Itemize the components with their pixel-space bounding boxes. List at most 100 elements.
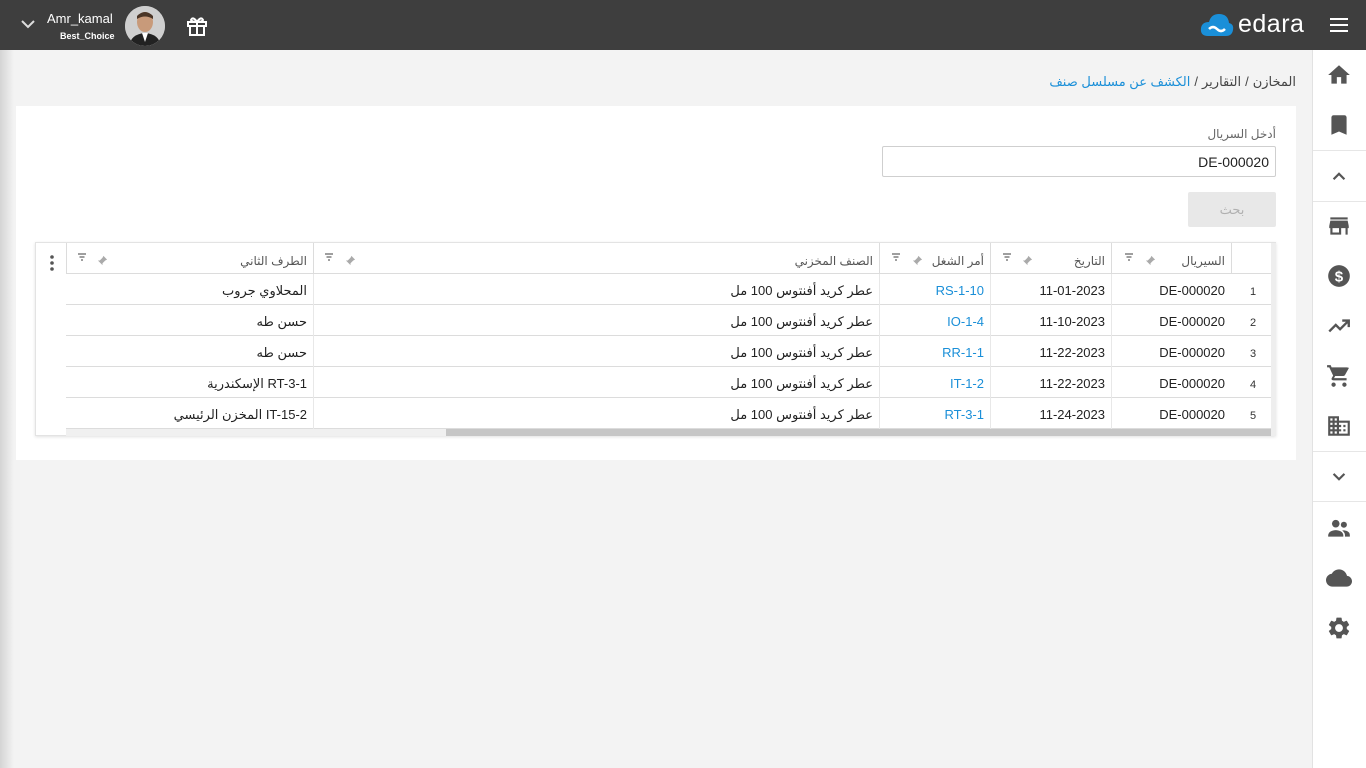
pin-icon[interactable] xyxy=(345,255,356,266)
cell-party: المخزن الرئيسي IT-15-2 xyxy=(173,407,307,422)
bookmark-icon[interactable] xyxy=(1326,112,1352,138)
cell-item: عطر كريد أفنتوس 100 مل xyxy=(313,398,879,429)
cell-party: حسن طه xyxy=(256,314,307,329)
column-header-party[interactable]: الطرف الثاني xyxy=(66,243,313,274)
table-row[interactable]: الإسكندرية RT-3-1 عطر كريد أفنتوس 100 مل… xyxy=(66,367,1271,398)
cell-serial: DE-000020 xyxy=(1111,274,1231,305)
cell-item: عطر كريد أفنتوس 100 مل xyxy=(313,367,879,398)
user-name[interactable]: Amr_kamal xyxy=(47,11,113,26)
cell-party: الإسكندرية RT-3-1 xyxy=(207,376,307,391)
breadcrumb-warehouses[interactable]: المخازن xyxy=(1253,74,1296,89)
cell-order-link[interactable]: RS-1-10 xyxy=(879,274,990,305)
cell-order-link[interactable]: RT-3-1 xyxy=(879,398,990,429)
row-number: 5 xyxy=(1250,410,1257,422)
cart-icon[interactable] xyxy=(1326,363,1352,389)
sidebar-divider xyxy=(1313,501,1366,502)
column-header-item[interactable]: الصنف المخزني xyxy=(313,243,879,274)
breadcrumb-current[interactable]: الكشف عن مسلسل صنف xyxy=(1049,74,1190,89)
left-edge-shadow xyxy=(0,50,14,768)
cell-date: 11-24-2023 xyxy=(990,398,1111,429)
table-row[interactable]: حسن طه عطر كريد أفنتوس 100 مل RR-1-1 11-… xyxy=(66,336,1271,367)
logo-text: edara xyxy=(1238,10,1305,38)
column-header-serial[interactable]: السيريال xyxy=(1111,243,1231,274)
dollar-icon[interactable]: $ xyxy=(1326,263,1352,289)
main-card: أدخل السريال بحث الطرف الثاني الصنف المخ… xyxy=(16,106,1296,460)
cell-serial: DE-000020 xyxy=(1111,367,1231,398)
cell-order-link[interactable]: IO-1-4 xyxy=(879,305,990,336)
filter-icon[interactable] xyxy=(1002,252,1012,262)
store-icon[interactable] xyxy=(1326,213,1352,239)
row-number: 1 xyxy=(1250,286,1257,298)
column-header-label: السيريال xyxy=(1181,254,1225,268)
cell-serial: DE-000020 xyxy=(1111,305,1231,336)
column-header-label: التاريخ xyxy=(1073,254,1105,268)
home-icon[interactable] xyxy=(1326,62,1352,88)
pin-icon[interactable] xyxy=(1145,255,1156,266)
edara-logo[interactable]: edara xyxy=(1200,10,1315,40)
top-bar: Amr_kamal Best_Choice edara xyxy=(0,0,1366,50)
pin-icon[interactable] xyxy=(912,255,923,266)
sidebar-divider xyxy=(1313,451,1366,452)
pin-icon[interactable] xyxy=(97,255,108,266)
filter-icon[interactable] xyxy=(1124,252,1134,262)
column-header-label: أمر الشغل xyxy=(931,254,984,268)
trending-up-icon[interactable] xyxy=(1326,313,1352,339)
settings-icon[interactable] xyxy=(1326,615,1352,641)
cell-party: المحلاوي جروب xyxy=(221,283,307,298)
sidebar-divider xyxy=(1313,201,1366,202)
breadcrumb-reports[interactable]: التقارير xyxy=(1202,74,1241,89)
avatar[interactable] xyxy=(125,6,165,46)
cell-item: عطر كريد أفنتوس 100 مل xyxy=(313,274,879,305)
chevron-up-icon[interactable] xyxy=(1326,163,1352,189)
table-row[interactable]: المخزن الرئيسي IT-15-2 عطر كريد أفنتوس 1… xyxy=(66,398,1271,429)
column-header-label: الصنف المخزني xyxy=(794,254,873,268)
breadcrumb-separator: / xyxy=(1245,74,1249,89)
column-header-label: الطرف الثاني xyxy=(240,254,307,268)
cloud-icon[interactable] xyxy=(1326,565,1352,591)
chevron-down-icon[interactable] xyxy=(18,14,38,34)
results-grid: الطرف الثاني الصنف المخزني أمر الشغل الت… xyxy=(35,242,1276,436)
logo-cloud-icon xyxy=(1200,14,1234,36)
cell-date: 11-22-2023 xyxy=(990,367,1111,398)
row-number: 2 xyxy=(1250,317,1257,329)
vertical-scrollbar[interactable] xyxy=(1271,243,1276,436)
filter-icon[interactable] xyxy=(324,252,334,262)
breadcrumb: المخازن / التقارير / الكشف عن مسلسل صنف xyxy=(1049,74,1296,90)
search-button[interactable]: بحث xyxy=(1188,192,1276,227)
filter-icon[interactable] xyxy=(891,252,901,262)
more-vert-icon[interactable] xyxy=(42,253,62,273)
right-sidebar: $ xyxy=(1312,50,1366,768)
cell-item: عطر كريد أفنتوس 100 مل xyxy=(313,305,879,336)
cell-date: 11-01-2023 xyxy=(990,274,1111,305)
column-header-rownum xyxy=(1231,243,1271,274)
company-name: Best_Choice xyxy=(60,31,115,41)
filter-icon[interactable] xyxy=(77,252,87,262)
cell-date: 11-22-2023 xyxy=(990,336,1111,367)
cell-order-link[interactable]: RR-1-1 xyxy=(879,336,990,367)
column-header-date[interactable]: التاريخ xyxy=(990,243,1111,274)
breadcrumb-separator: / xyxy=(1194,74,1198,89)
chevron-down-icon[interactable] xyxy=(1326,463,1352,489)
column-header-order[interactable]: أمر الشغل xyxy=(879,243,990,274)
horizontal-scrollbar[interactable] xyxy=(66,429,1271,436)
cell-party: حسن طه xyxy=(256,345,307,360)
cell-date: 11-10-2023 xyxy=(990,305,1111,336)
cell-order-link[interactable]: IT-1-2 xyxy=(879,367,990,398)
row-number: 3 xyxy=(1250,348,1257,360)
serial-label: أدخل السريال xyxy=(1207,127,1276,141)
gift-icon[interactable] xyxy=(185,14,209,38)
row-number: 4 xyxy=(1250,379,1257,391)
cell-serial: DE-000020 xyxy=(1111,398,1231,429)
cell-item: عطر كريد أفنتوس 100 مل xyxy=(313,336,879,367)
pin-icon[interactable] xyxy=(1022,255,1033,266)
svg-text:$: $ xyxy=(1335,268,1344,285)
hamburger-menu-icon[interactable] xyxy=(1328,15,1350,35)
scrollbar-thumb[interactable] xyxy=(446,429,1271,436)
table-row[interactable]: المحلاوي جروب عطر كريد أفنتوس 100 مل RS-… xyxy=(66,274,1271,305)
cell-serial: DE-000020 xyxy=(1111,336,1231,367)
sidebar-divider xyxy=(1313,150,1366,151)
serial-input[interactable] xyxy=(882,146,1276,177)
table-row[interactable]: حسن طه عطر كريد أفنتوس 100 مل IO-1-4 11-… xyxy=(66,305,1271,336)
people-icon[interactable] xyxy=(1326,515,1352,541)
building-icon[interactable] xyxy=(1326,413,1352,439)
